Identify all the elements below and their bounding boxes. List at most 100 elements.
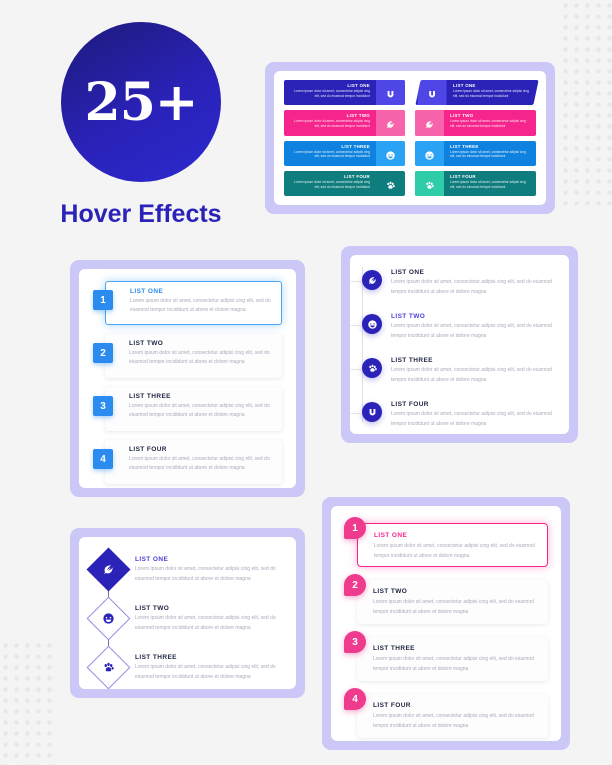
item-card[interactable]: LIST TWO Lorem ipsum dolor sit amet, cons… [105, 334, 282, 378]
timeline-icon-circle[interactable] [362, 358, 382, 378]
item-card[interactable]: LIST FOUR Lorem ipsum dolor sit amet, con… [105, 440, 282, 484]
bar-item[interactable]: LIST ONE Lorem ipsum dolor sit amet, cons… [415, 80, 539, 106]
page-title: Hover Effects [60, 200, 222, 228]
numbered-list-item[interactable]: 1 LIST ONE Lorem ipsum dolor sit amet, con… [93, 281, 282, 325]
hero-count-circle: 25+ [61, 22, 221, 182]
item-card[interactable]: LIST ONE Lorem ipsum dolor sit amet, cons… [357, 523, 548, 567]
paw-icon [368, 364, 377, 372]
item-description: Lorem ipsum dolor sit amet, consectetur … [374, 543, 535, 559]
item-card[interactable]: LIST THREE Lorem ipsum dolor sit amet, co… [357, 637, 548, 681]
hero-block: 25+ Hover Effects [22, 22, 260, 229]
bar-icon-box[interactable] [376, 140, 405, 166]
numbered-list-item[interactable]: 2 LIST TWO Lorem ipsum dolor sit amet, con… [93, 334, 282, 378]
item-card[interactable]: LIST TWO Lorem ipsum dolor sit amet, cons… [357, 580, 548, 624]
item-text: LIST TWO Lorem ipsum dolor sit amet, cons… [391, 309, 557, 347]
bar-icon-box[interactable] [376, 171, 405, 196]
bar-text: LIST TWO Lorem ipsum dolor sit amet, cons… [444, 110, 536, 135]
item-number-badge: 1 [344, 517, 366, 539]
bar-icon-box[interactable] [415, 140, 444, 166]
dot-grid-bottom-left [0, 640, 52, 765]
item-title: LIST TWO [129, 340, 164, 347]
demo-colored-bars: LIST ONE Lorem ipsum dolor sit amet, cons… [265, 62, 555, 214]
item-card[interactable]: LIST FOUR Lorem ipsum dolor sit amet, con… [357, 694, 548, 738]
timeline-icon-circle[interactable] [362, 402, 382, 422]
bar-icon-box[interactable] [376, 80, 405, 106]
dot-grid-top-right [560, 0, 612, 205]
item-card[interactable]: LIST THREE Lorem ipsum dolor sit amet, co… [105, 387, 282, 431]
timeline-connector [351, 325, 362, 326]
item-card[interactable]: LIST ONE Lorem ipsum dolor sit amet, cons… [105, 281, 282, 325]
bar-text: LIST TWO Lorem ipsum dolor sit amet, cons… [284, 110, 376, 135]
pink-list-item[interactable]: 4 LIST FOUR Lorem ipsum dolor sit amet, co… [344, 688, 548, 738]
item-title: LIST TWO [373, 588, 408, 595]
diamond-list-item[interactable]: LIST THREE Lorem ipsum dolor sit amet, co… [86, 645, 282, 689]
item-description: Lorem ipsum dolor sit amet, consectetur … [391, 279, 552, 295]
diamond-list-item[interactable]: LIST ONE Lorem ipsum dolor sit amet, cons… [86, 547, 282, 603]
item-text: LIST THREE Lorem ipsum dolor sit amet, co… [391, 353, 557, 391]
timeline-connector [351, 281, 362, 282]
bar-title: LIST FOUR [450, 173, 476, 179]
diamond-icon-shape[interactable] [86, 645, 131, 689]
item-title: LIST THREE [135, 654, 177, 661]
item-number-badge: 1 [93, 290, 113, 310]
timeline-icon-circle[interactable] [362, 314, 382, 334]
item-description: Lorem ipsum dolor sit amet, consectetur … [391, 411, 552, 427]
timeline-item[interactable]: LIST ONE Lorem ipsum dolor sit amet, cons… [350, 265, 557, 303]
bar-text: LIST FOUR Lorem ipsum dolor sit amet, con… [284, 171, 376, 196]
pink-list-item[interactable]: 1 LIST ONE Lorem ipsum dolor sit amet, con… [344, 517, 548, 567]
bar-title: LIST ONE [453, 83, 476, 88]
diamond-icon-shape[interactable] [86, 547, 131, 592]
bar-icon-box[interactable] [415, 110, 444, 136]
bar-item[interactable]: LIST FOUR Lorem ipsum dolor sit amet, con… [284, 170, 405, 196]
bar-item[interactable]: LIST TWO Lorem ipsum dolor sit amet, cons… [284, 110, 405, 136]
item-description: Lorem ipsum dolor sit amet, consectetur … [135, 566, 276, 582]
bar-title: LIST ONE [347, 83, 370, 88]
bar-description: Lorem ipsum dolor sit amet, consectetur … [294, 119, 370, 129]
bar-description: Lorem ipsum dolor sit amet, consectetur … [450, 119, 526, 129]
diamond-icon-shape[interactable] [86, 596, 131, 641]
numbered-list-item[interactable]: 4 LIST FOUR Lorem ipsum dolor sit amet, co… [93, 440, 282, 484]
bar-icon-box[interactable] [376, 110, 405, 136]
item-text: LIST ONE Lorem ipsum dolor sit amet, cons… [135, 553, 282, 594]
smiley-icon [367, 319, 377, 329]
pink-list-item[interactable]: 2 LIST TWO Lorem ipsum dolor sit amet, con… [344, 574, 548, 624]
timeline-icon-circle[interactable] [362, 270, 382, 290]
item-title: LIST FOUR [391, 401, 429, 408]
item-text: LIST THREE Lorem ipsum dolor sit amet, co… [135, 651, 282, 689]
item-description: Lorem ipsum dolor sit amet, consectetur … [391, 323, 552, 339]
item-title: LIST ONE [135, 556, 169, 563]
bar-item[interactable]: LIST FOUR Lorem ipsum dolor sit amet, con… [415, 170, 536, 196]
bar-text: LIST THREE Lorem ipsum dolor sit amet, co… [284, 141, 376, 166]
bar-item[interactable]: LIST THREE Lorem ipsum dolor sit amet, co… [415, 140, 536, 166]
timeline-item[interactable]: LIST FOUR Lorem ipsum dolor sit amet, con… [350, 397, 557, 434]
bar-item[interactable]: LIST ONE Lorem ipsum dolor sit amet, cons… [284, 80, 405, 106]
demo-numbered-list: 1 LIST ONE Lorem ipsum dolor sit amet, con… [70, 260, 305, 497]
bar-description: Lorem ipsum dolor sit amet, consectetur … [453, 89, 529, 98]
demo-timeline-list: LIST ONE Lorem ipsum dolor sit amet, cons… [341, 246, 578, 443]
item-text: LIST TWO Lorem ipsum dolor sit amet, cons… [135, 602, 282, 643]
leaf-icon [104, 565, 113, 574]
bar-text: LIST FOUR Lorem ipsum dolor sit amet, con… [444, 171, 536, 196]
bar-icon-box[interactable] [417, 80, 447, 106]
item-description: Lorem ipsum dolor sit amet, consectetur … [373, 656, 534, 672]
diamond-list-item[interactable]: LIST TWO Lorem ipsum dolor sit amet, cons… [86, 596, 282, 652]
timeline-item[interactable]: LIST THREE Lorem ipsum dolor sit amet, co… [350, 353, 557, 391]
bar-icon-box[interactable] [415, 170, 444, 196]
smiley-icon [103, 613, 114, 624]
item-title: LIST ONE [391, 269, 425, 276]
numbered-list-item[interactable]: 3 LIST THREE Lorem ipsum dolor sit amet, c… [93, 387, 282, 431]
item-title: LIST FOUR [129, 446, 167, 453]
demo-pink-badge-list: 1 LIST ONE Lorem ipsum dolor sit amet, con… [322, 497, 570, 750]
item-description: Lorem ipsum dolor sit amet, consectetur … [373, 599, 534, 615]
bar-item[interactable]: LIST THREE Lorem ipsum dolor sit amet, co… [284, 140, 405, 166]
item-text: LIST ONE Lorem ipsum dolor sit amet, cons… [391, 265, 557, 303]
item-title: LIST THREE [129, 393, 171, 400]
timeline-item[interactable]: LIST TWO Lorem ipsum dolor sit amet, cons… [350, 309, 557, 347]
magnet-icon [369, 408, 375, 415]
item-description: Lorem ipsum dolor sit amet, consectetur … [130, 298, 271, 314]
bar-item[interactable]: LIST TWO Lorem ipsum dolor sit amet, cons… [415, 110, 536, 136]
demo-diamond-list: LIST ONE Lorem ipsum dolor sit amet, cons… [70, 528, 305, 698]
smiley-icon [386, 150, 395, 160]
pink-list-item[interactable]: 3 LIST THREE Lorem ipsum dolor sit amet, c… [344, 631, 548, 681]
bar-text: LIST ONE Lorem ipsum dolor sit amet, cons… [447, 80, 536, 105]
